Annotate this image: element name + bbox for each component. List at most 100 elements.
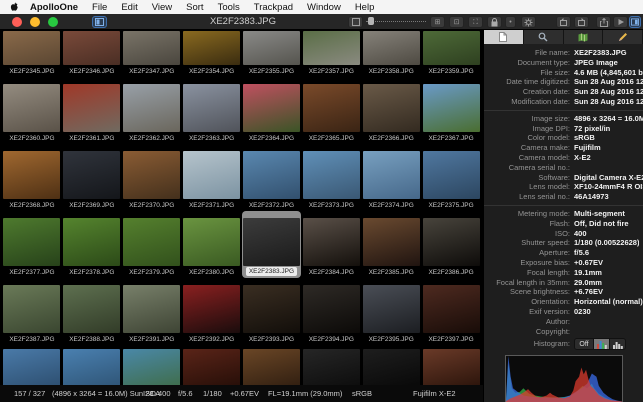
thumbnail-image[interactable] bbox=[63, 349, 120, 385]
thumbnail-image[interactable] bbox=[303, 285, 360, 333]
histogram-luminance-segment[interactable] bbox=[610, 338, 626, 350]
thumbnail-image[interactable] bbox=[423, 349, 480, 385]
thumbnail-image[interactable] bbox=[303, 349, 360, 385]
zoom-slider-knob[interactable] bbox=[368, 17, 374, 25]
zoom-actual-button[interactable]: ⊡ bbox=[449, 16, 464, 28]
thumbnail-image[interactable] bbox=[363, 31, 420, 65]
thumbnail-cell[interactable]: XE2F2368.JPG bbox=[2, 144, 62, 211]
thumbnail-image[interactable] bbox=[183, 151, 240, 199]
thumbnail-image[interactable] bbox=[63, 151, 120, 199]
flag-button[interactable]: • bbox=[505, 16, 516, 28]
thumbnail-cell[interactable]: XE2F2388.JPG bbox=[62, 278, 122, 345]
thumbnail-cell[interactable]: XE2F2384.JPG bbox=[301, 211, 361, 278]
thumbnail-image[interactable] bbox=[363, 285, 420, 333]
thumbnail-image[interactable] bbox=[423, 151, 480, 199]
thumbnail-cell[interactable]: XE2F2360.JPG bbox=[2, 77, 62, 144]
thumbnail-image[interactable] bbox=[63, 218, 120, 266]
thumbnail-cell[interactable]: XE2F2346.JPG bbox=[62, 30, 122, 77]
tab-edit[interactable] bbox=[603, 30, 643, 44]
thumbnail-cell[interactable]: XE2F2387.JPG bbox=[2, 278, 62, 345]
thumbnail-image[interactable] bbox=[363, 218, 420, 266]
thumbnail-image[interactable] bbox=[63, 285, 120, 333]
menu-app-name[interactable]: ApolloOne bbox=[23, 2, 85, 13]
thumbnail-cell[interactable]: XE2F2378.JPG bbox=[62, 211, 122, 278]
thumbnail-image[interactable] bbox=[123, 349, 180, 385]
thumbnail-image[interactable] bbox=[3, 151, 60, 199]
menu-item-edit[interactable]: Edit bbox=[114, 2, 144, 13]
browser-mode-button[interactable] bbox=[92, 16, 107, 28]
thumbnail-image[interactable] bbox=[183, 31, 240, 65]
thumbnail-image[interactable] bbox=[303, 218, 360, 266]
thumbnail-cell[interactable]: XE2F2371.JPG bbox=[182, 144, 242, 211]
thumbnail-cell[interactable]: XE2F2392.JPG bbox=[182, 278, 242, 345]
close-window-button[interactable] bbox=[12, 17, 22, 27]
thumbnail-cell[interactable]: XE2F2385.JPG bbox=[361, 211, 421, 278]
menu-item-view[interactable]: View bbox=[145, 2, 179, 13]
thumbnail-image[interactable] bbox=[423, 31, 480, 65]
thumbnail-image[interactable] bbox=[423, 218, 480, 266]
menu-item-trackpad[interactable]: Trackpad bbox=[247, 2, 300, 13]
thumbnail-image[interactable] bbox=[63, 84, 120, 132]
tab-map[interactable] bbox=[564, 30, 604, 44]
thumbnail-image[interactable] bbox=[123, 84, 180, 132]
thumbnail-cell[interactable]: XE2F2391.JPG bbox=[122, 278, 182, 345]
thumbnail-cell[interactable]: XE2F2369.JPG bbox=[62, 144, 122, 211]
thumbnail-cell[interactable]: XE2F2380.JPG bbox=[182, 211, 242, 278]
thumbnail-cell[interactable] bbox=[242, 345, 302, 385]
thumbnail-cell[interactable]: XE2F2393.JPG bbox=[242, 278, 302, 345]
thumbnail-cell-selected[interactable]: XE2F2383.JPG bbox=[242, 211, 302, 278]
thumbnail-cell[interactable]: XE2F2359.JPG bbox=[421, 30, 481, 77]
thumbnail-image[interactable] bbox=[183, 349, 240, 385]
thumbnail-image[interactable] bbox=[243, 285, 300, 333]
thumbnail-image[interactable] bbox=[183, 285, 240, 333]
menu-item-file[interactable]: File bbox=[85, 2, 114, 13]
thumbnail-cell[interactable]: XE2F2354.JPG bbox=[182, 30, 242, 77]
thumbnail-cell[interactable]: XE2F2361.JPG bbox=[62, 77, 122, 144]
thumbnail-size-button[interactable] bbox=[348, 16, 363, 28]
thumbnail-image[interactable] bbox=[303, 84, 360, 132]
thumbnail-cell[interactable]: XE2F2397.JPG bbox=[421, 278, 481, 345]
menu-item-sort[interactable]: Sort bbox=[179, 2, 210, 13]
histogram-off-segment[interactable]: Off bbox=[574, 338, 594, 350]
thumbnail-image[interactable] bbox=[63, 31, 120, 65]
thumbnail-cell[interactable]: XE2F2374.JPG bbox=[361, 144, 421, 211]
minimize-window-button[interactable] bbox=[30, 17, 40, 27]
zoom-slider[interactable] bbox=[366, 21, 426, 24]
thumbnail-cell[interactable]: XE2F2370.JPG bbox=[122, 144, 182, 211]
thumbnail-cell[interactable]: XE2F2395.JPG bbox=[361, 278, 421, 345]
thumbnail-image[interactable] bbox=[243, 218, 300, 266]
thumbnail-cell[interactable]: XE2F2394.JPG bbox=[301, 278, 361, 345]
menu-item-window[interactable]: Window bbox=[300, 2, 348, 13]
settings-button[interactable] bbox=[521, 16, 536, 28]
thumbnail-cell[interactable]: XE2F2367.JPG bbox=[421, 77, 481, 144]
thumbnail-image[interactable] bbox=[243, 84, 300, 132]
thumbnail-image[interactable] bbox=[3, 84, 60, 132]
share-button[interactable] bbox=[596, 16, 611, 28]
thumbnail-cell[interactable]: XE2F2363.JPG bbox=[182, 77, 242, 144]
thumbnail-image[interactable] bbox=[303, 151, 360, 199]
thumbnail-image[interactable] bbox=[183, 84, 240, 132]
fullscreen-button[interactable]: ⛶ bbox=[468, 16, 483, 28]
thumbnail-image[interactable] bbox=[123, 218, 180, 266]
thumbnail-image[interactable] bbox=[123, 285, 180, 333]
thumbnail-image[interactable] bbox=[183, 218, 240, 266]
thumbnail-image[interactable] bbox=[363, 349, 420, 385]
thumbnail-cell[interactable]: XE2F2375.JPG bbox=[421, 144, 481, 211]
thumbnail-cell[interactable] bbox=[301, 345, 361, 385]
thumbnail-image[interactable] bbox=[3, 218, 60, 266]
thumbnail-cell[interactable] bbox=[2, 345, 62, 385]
tab-magnify[interactable] bbox=[524, 30, 564, 44]
thumbnail-image[interactable] bbox=[303, 31, 360, 65]
thumbnail-image[interactable] bbox=[363, 84, 420, 132]
zoom-fit-button[interactable]: ⊞ bbox=[430, 16, 445, 28]
rotate-right-button[interactable] bbox=[574, 16, 589, 28]
thumbnail-cell[interactable]: XE2F2379.JPG bbox=[122, 211, 182, 278]
thumbnail-cell[interactable]: XE2F2366.JPG bbox=[361, 77, 421, 144]
thumbnail-image[interactable] bbox=[363, 151, 420, 199]
thumbnail-cell[interactable] bbox=[361, 345, 421, 385]
thumbnail-cell[interactable]: XE2F2358.JPG bbox=[361, 30, 421, 77]
zoom-window-button[interactable] bbox=[48, 17, 58, 27]
thumbnail-cell[interactable]: XE2F2357.JPG bbox=[301, 30, 361, 77]
lock-button[interactable] bbox=[487, 16, 502, 28]
thumbnail-image[interactable] bbox=[3, 349, 60, 385]
